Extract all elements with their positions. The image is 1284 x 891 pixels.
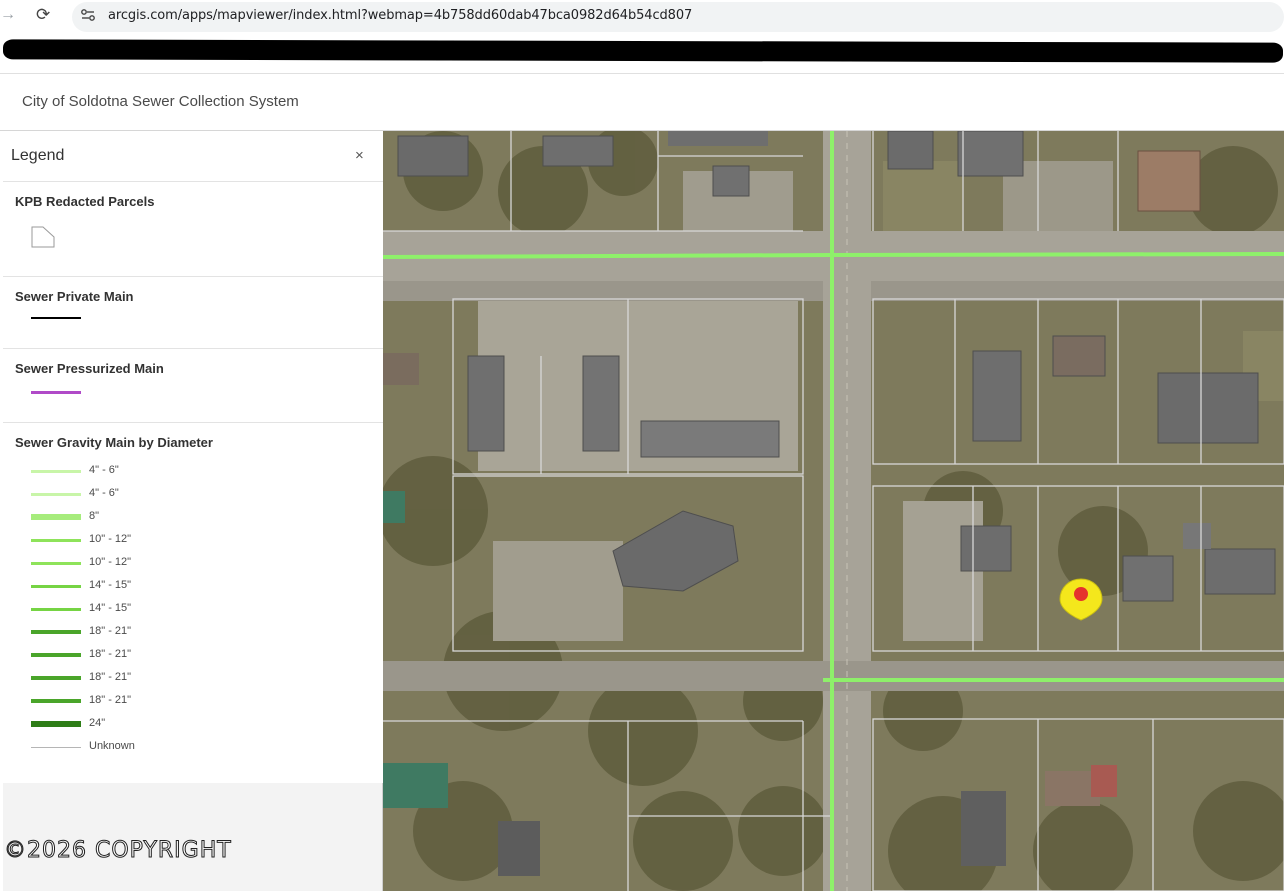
gravity-main-label: 10" - 12" xyxy=(89,556,132,568)
gravity-main-swatch xyxy=(31,746,81,748)
legend-section-parcels-title: KPB Redacted Parcels xyxy=(15,194,155,209)
gravity-main-label: 14" - 15" xyxy=(89,602,132,614)
gravity-main-label: 18" - 21" xyxy=(89,625,132,637)
close-icon[interactable]: × xyxy=(355,147,364,164)
location-pin-dot xyxy=(1074,587,1088,601)
forward-arrow-icon[interactable]: → xyxy=(0,6,16,24)
gravity-main-legend-item: 14" - 15" xyxy=(31,602,231,616)
gravity-main-label: 18" - 21" xyxy=(89,648,132,660)
gravity-main-label: 4" - 6" xyxy=(89,464,119,476)
gravity-main-swatch xyxy=(31,676,81,680)
redaction-bar xyxy=(2,39,1284,63)
legend-divider xyxy=(3,422,383,423)
browser-toolbar: → ⟳ arcgis.com/apps/mapviewer/index.html… xyxy=(0,0,1284,34)
gravity-main-swatch xyxy=(31,561,81,565)
gravity-main-label: 14" - 15" xyxy=(89,579,132,591)
gravity-main-legend-item: 18" - 21" xyxy=(31,625,231,639)
gravity-main-legend-item: 10" - 12" xyxy=(31,556,231,570)
site-settings-icon[interactable] xyxy=(80,7,96,23)
gravity-main-label: 8" xyxy=(89,510,100,522)
gravity-main-swatch xyxy=(31,514,81,520)
legend-section-private-main-title: Sewer Private Main xyxy=(15,289,134,304)
reload-icon[interactable]: ⟳ xyxy=(36,5,50,25)
gravity-main-legend-item: 24" xyxy=(31,717,231,731)
gravity-main-legend-item: 8" xyxy=(31,510,231,524)
copyright-watermark: ©2026 COPYRIGHT xyxy=(4,838,232,864)
gravity-main-legend-item: 18" - 21" xyxy=(31,648,231,662)
app-title: City of Soldotna Sewer Collection System xyxy=(22,93,299,110)
gravity-main-label: 24" xyxy=(89,717,106,729)
gravity-main-swatch xyxy=(31,584,81,588)
parcel-polygon-icon xyxy=(31,226,55,248)
gravity-main-swatch xyxy=(31,538,81,542)
gravity-main-swatch xyxy=(31,492,81,496)
pressurized-main-swatch xyxy=(31,391,81,394)
gravity-main-swatch xyxy=(31,721,81,727)
gravity-main-swatch xyxy=(31,469,81,473)
legend-body xyxy=(3,182,383,783)
legend-divider xyxy=(3,276,383,277)
gravity-main-swatch xyxy=(31,653,81,657)
gravity-main-legend-item: 18" - 21" xyxy=(31,694,231,708)
gravity-main-legend-item: 14" - 15" xyxy=(31,579,231,593)
gravity-main-legend-item: 4" - 6" xyxy=(31,487,231,501)
gravity-main-swatch xyxy=(31,699,81,703)
legend-section-gravity-main-title: Sewer Gravity Main by Diameter xyxy=(15,435,213,450)
gravity-main-legend-item: 4" - 6" xyxy=(31,464,231,478)
gravity-main-label: 18" - 21" xyxy=(89,694,132,706)
gravity-main-label: 4" - 6" xyxy=(89,487,119,499)
gravity-main-legend-item: 10" - 12" xyxy=(31,533,231,547)
gravity-main-label: 10" - 12" xyxy=(89,533,132,545)
map-view[interactable] xyxy=(383,131,1284,891)
gravity-main-legend-item: 18" - 21" xyxy=(31,671,231,685)
gravity-main-swatch xyxy=(31,607,81,611)
gravity-main-swatch xyxy=(31,630,81,634)
aerial-imagery[interactable] xyxy=(383,131,1284,891)
legend-divider xyxy=(3,348,383,349)
legend-title: Legend xyxy=(11,147,65,164)
private-main-swatch xyxy=(31,317,81,319)
gravity-main-label: 18" - 21" xyxy=(89,671,132,683)
url-text[interactable]: arcgis.com/apps/mapviewer/index.html?web… xyxy=(108,8,692,23)
legend-section-pressurized-main-title: Sewer Pressurized Main xyxy=(15,361,164,376)
gravity-main-label: Unknown xyxy=(89,740,135,752)
gravity-main-legend-item: Unknown xyxy=(31,740,231,754)
